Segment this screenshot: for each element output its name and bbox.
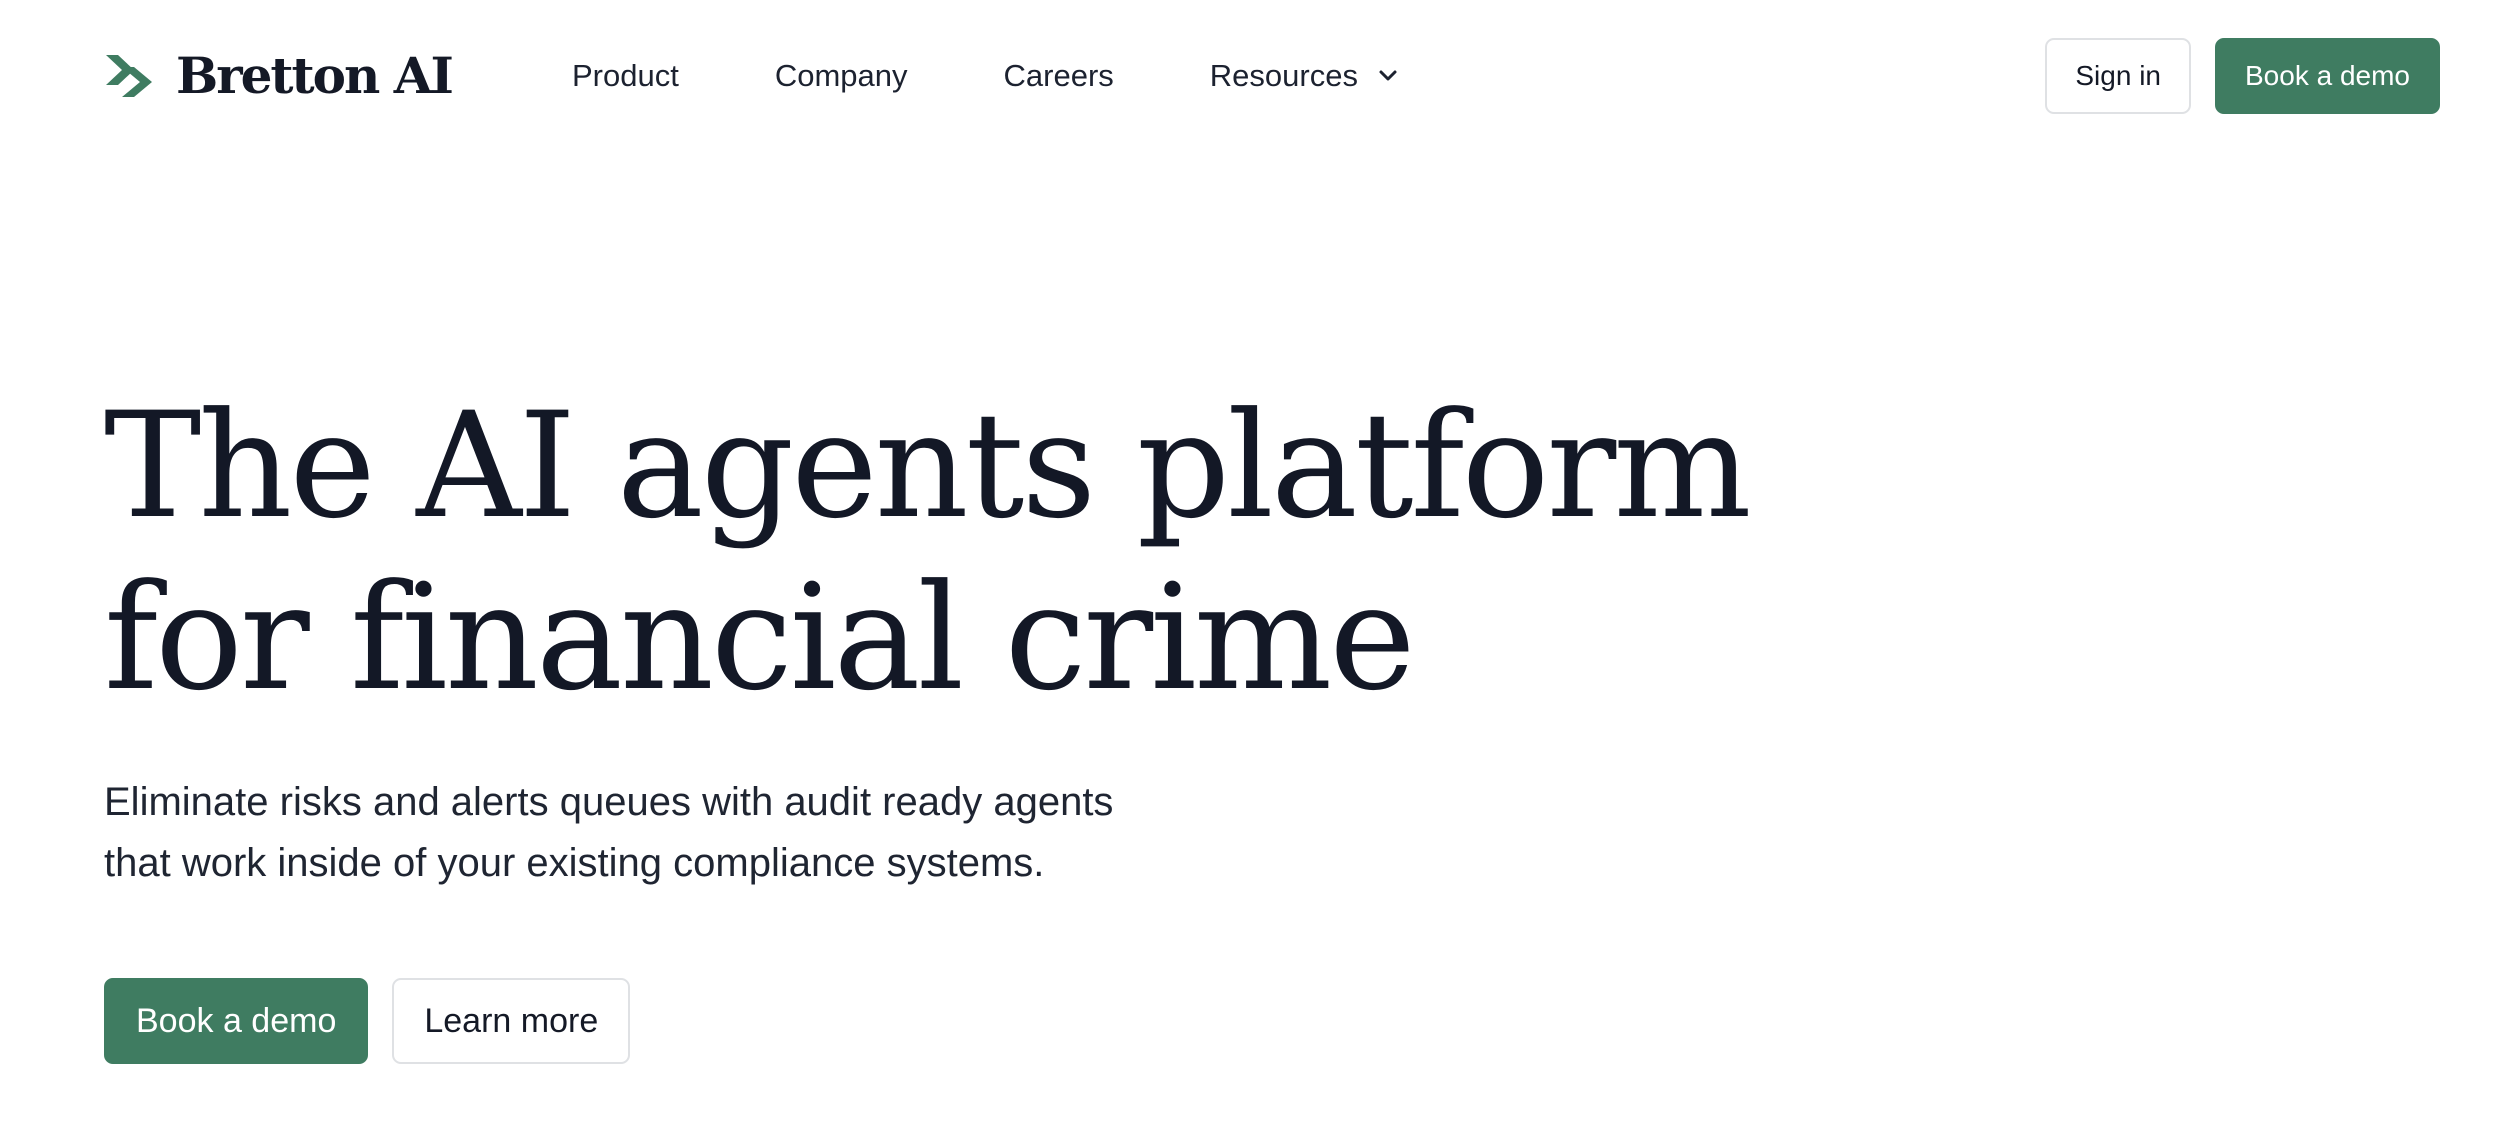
main-nav: Product Company Careers Resources xyxy=(572,46,1402,106)
sign-in-button[interactable]: Sign in xyxy=(2045,38,2191,114)
hero-subtitle: Eliminate risks and alerts queues with a… xyxy=(104,772,1704,894)
hero-subtitle-line: Eliminate risks and alerts queues with a… xyxy=(104,780,1114,824)
header-actions: Sign in Book a demo xyxy=(2045,38,2440,114)
double-chevron-right-icon xyxy=(106,55,152,97)
hero-title: The AI agents platform for financial cri… xyxy=(104,380,1752,724)
nav-item-product[interactable]: Product xyxy=(572,46,679,106)
hero-title-line: The AI agents platform xyxy=(104,381,1752,551)
learn-more-button[interactable]: Learn more xyxy=(392,978,631,1064)
chevron-down-icon xyxy=(1379,70,1397,81)
hero-title-line: for financial crime xyxy=(104,553,1416,723)
site-header: Bretton AI Product Company Careers Resou… xyxy=(0,0,2520,154)
hero-book-demo-button[interactable]: Book a demo xyxy=(104,978,369,1064)
nav-item-resources[interactable]: Resources xyxy=(1210,46,1402,106)
nav-item-label: Resources xyxy=(1209,58,1358,93)
brand-name: Bretton AI xyxy=(176,46,454,105)
hero-section: The AI agents platform for financial cri… xyxy=(104,380,1752,1064)
brand-logo[interactable]: Bretton AI xyxy=(104,46,454,106)
hero-subtitle-line: that work inside of your existing compli… xyxy=(104,841,1045,885)
nav-item-careers[interactable]: Careers xyxy=(1004,46,1114,106)
nav-item-label: Product xyxy=(572,58,679,93)
nav-item-label: Company xyxy=(774,58,908,93)
nav-item-label: Careers xyxy=(1003,58,1114,93)
hero-actions: Book a demo Learn more xyxy=(104,978,1704,1064)
header-book-demo-button[interactable]: Book a demo xyxy=(2215,38,2440,114)
nav-item-company[interactable]: Company xyxy=(775,46,908,106)
